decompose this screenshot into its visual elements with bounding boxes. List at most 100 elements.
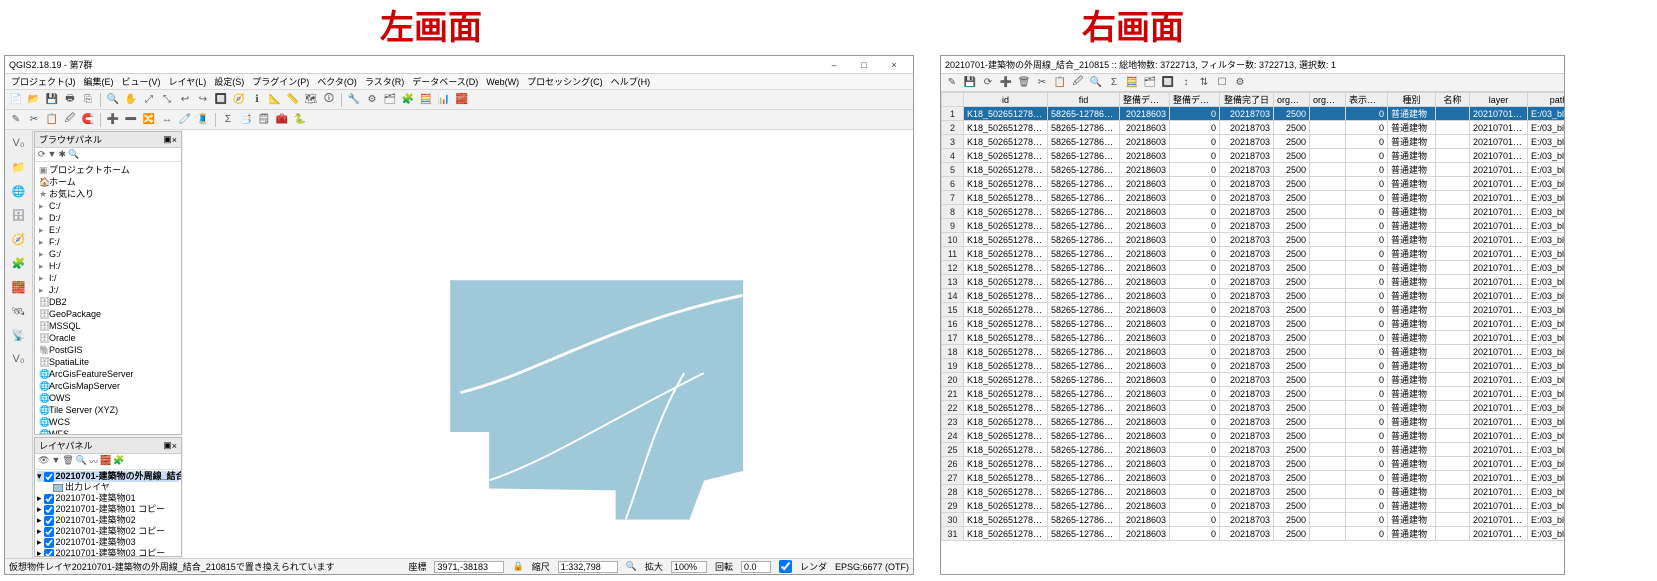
table-cell[interactable]: E:/03_blog/23_…	[1528, 191, 1565, 205]
table-cell[interactable]: 普通建物	[1388, 499, 1436, 513]
layer-item[interactable]: ▸20210701-建築物02	[37, 515, 179, 526]
table-cell[interactable]: E:/03_blog/23_…	[1528, 107, 1565, 121]
attr-toolbar-button[interactable]: ✂	[1034, 75, 1050, 91]
menu-item[interactable]: ラスタ(R)	[363, 75, 406, 88]
table-row[interactable]: 30K18_5026512788…58265-12786-g…202186030…	[942, 513, 1565, 527]
table-cell[interactable]: 20218703	[1220, 303, 1274, 317]
tree-expand-icon[interactable]: 🗄	[39, 332, 49, 344]
browser-tree-item[interactable]: 🌐WCS	[39, 416, 179, 428]
table-cell[interactable]: 20210701-建築…	[1470, 163, 1528, 177]
browser-tree-item[interactable]: 🗄MSSQL	[39, 320, 179, 332]
table-cell[interactable]: 0	[1346, 303, 1388, 317]
table-cell[interactable]: 普通建物	[1388, 163, 1436, 177]
toolbar-button[interactable]: 🔍	[105, 92, 121, 108]
table-cell[interactable]: K18_5026512788_4	[964, 149, 1048, 163]
attr-toolbar-button[interactable]: 🧮	[1124, 75, 1140, 91]
close-button[interactable]: ×	[879, 60, 909, 70]
table-cell[interactable]	[1436, 415, 1470, 429]
table-cell[interactable]: 20210701-建築…	[1470, 443, 1528, 457]
table-cell[interactable]: E:/03_blog/23_…	[1528, 303, 1565, 317]
table-cell[interactable]: K18_5026512788…	[964, 233, 1048, 247]
table-cell[interactable]	[1436, 107, 1470, 121]
table-cell[interactable]	[1436, 373, 1470, 387]
table-cell[interactable]: 0	[1346, 289, 1388, 303]
table-cell[interactable]: K18_5026512788_5	[964, 163, 1048, 177]
toolbar-button[interactable]: ⎘	[80, 92, 96, 108]
table-cell[interactable]: 20210701-建築…	[1470, 303, 1528, 317]
row-number-cell[interactable]: 12	[942, 261, 964, 275]
table-cell[interactable]: 2500	[1274, 261, 1310, 275]
table-cell[interactable]: 0	[1170, 121, 1220, 135]
table-cell[interactable]: 20210701-建築…	[1470, 415, 1528, 429]
table-cell[interactable]: E:/03_blog/23_…	[1528, 219, 1565, 233]
table-cell[interactable]: E:/03_blog/23_…	[1528, 443, 1565, 457]
table-cell[interactable]: 20218603	[1120, 163, 1170, 177]
tree-expand-icon[interactable]: ▸	[39, 212, 49, 224]
table-cell[interactable]: 普通建物	[1388, 149, 1436, 163]
table-cell[interactable]: E:/03_blog/23_…	[1528, 233, 1565, 247]
toolbar-button[interactable]: ℹ	[249, 92, 265, 108]
table-cell[interactable]: 0	[1170, 485, 1220, 499]
table-cell[interactable]	[1310, 373, 1346, 387]
rot-input[interactable]	[741, 561, 771, 573]
menu-item[interactable]: 設定(S)	[212, 75, 246, 88]
table-cell[interactable]: 20218603	[1120, 191, 1170, 205]
column-header[interactable]: fid	[1048, 93, 1120, 107]
table-cell[interactable]	[1436, 331, 1470, 345]
table-cell[interactable]: 58265-12786-g…	[1048, 149, 1120, 163]
table-cell[interactable]: 20218703	[1220, 177, 1274, 191]
browser-tree-item[interactable]: ▸C:/	[39, 200, 179, 212]
table-cell[interactable]: E:/03_blog/23_…	[1528, 261, 1565, 275]
row-number-cell[interactable]: 1	[942, 107, 964, 121]
table-cell[interactable]: 0	[1170, 443, 1220, 457]
table-cell[interactable]	[1310, 121, 1346, 135]
table-row[interactable]: 10K18_5026512788…58265-12786-g…202186030…	[942, 233, 1565, 247]
table-cell[interactable]: E:/03_blog/23_…	[1528, 345, 1565, 359]
tree-expand-icon[interactable]: ▸	[37, 515, 42, 526]
attr-toolbar-button[interactable]: 🔍	[1088, 75, 1104, 91]
table-cell[interactable]: 0	[1170, 289, 1220, 303]
layer-visibility-checkbox[interactable]	[44, 494, 54, 504]
table-row[interactable]: 20K18_5026512788…58265-12786-g…202186030…	[942, 373, 1565, 387]
table-cell[interactable]: 58265-12786-g…	[1048, 513, 1120, 527]
attr-toolbar-button[interactable]: ⟳	[980, 75, 996, 91]
table-row[interactable]: 18K18_5026512788…58265-12786-g…202186030…	[942, 345, 1565, 359]
table-cell[interactable]	[1310, 149, 1346, 163]
table-cell[interactable]: 58265-12786-g…	[1048, 415, 1120, 429]
tree-expand-icon[interactable]: ▸	[37, 493, 42, 504]
tree-expand-icon[interactable]: ▸	[39, 248, 49, 260]
table-cell[interactable]: 20218703	[1220, 387, 1274, 401]
table-cell[interactable]: 0	[1346, 219, 1388, 233]
browser-tree-item[interactable]: ▸E:/	[39, 224, 179, 236]
row-number-cell[interactable]: 13	[942, 275, 964, 289]
table-cell[interactable]: 58265-12786-g…	[1048, 373, 1120, 387]
toolbar-button[interactable]: 🖉	[62, 112, 78, 128]
table-cell[interactable]: 0	[1346, 485, 1388, 499]
tree-expand-icon[interactable]: 🗄	[39, 320, 49, 332]
table-cell[interactable]: 0	[1170, 177, 1220, 191]
browser-tree-item[interactable]: 🐘PostGIS	[39, 344, 179, 356]
table-cell[interactable]: 20218603	[1120, 415, 1170, 429]
table-cell[interactable]: 2500	[1274, 513, 1310, 527]
table-cell[interactable]: 0	[1170, 191, 1220, 205]
table-cell[interactable]: 20218703	[1220, 163, 1274, 177]
table-cell[interactable]: 20218703	[1220, 485, 1274, 499]
toolbar-button[interactable]: 📏	[285, 92, 301, 108]
table-cell[interactable]: 2500	[1274, 443, 1310, 457]
table-cell[interactable]: 20218703	[1220, 457, 1274, 471]
table-cell[interactable]	[1310, 233, 1346, 247]
table-cell[interactable]	[1310, 499, 1346, 513]
table-cell[interactable]	[1436, 177, 1470, 191]
table-cell[interactable]: 普通建物	[1388, 527, 1436, 541]
table-row[interactable]: 22K18_5026512788…58265-12786-g…202186030…	[942, 401, 1565, 415]
toolbar-button[interactable]: 🧲	[80, 112, 96, 128]
table-row[interactable]: 6K18_5026512788_658265-12786-g…202186030…	[942, 177, 1565, 191]
table-cell[interactable]: 20210701-建築…	[1470, 401, 1528, 415]
table-cell[interactable]: 普通建物	[1388, 373, 1436, 387]
table-cell[interactable]: 普通建物	[1388, 429, 1436, 443]
column-header[interactable]: layer	[1470, 93, 1528, 107]
table-cell[interactable]: 20210701-建築…	[1470, 331, 1528, 345]
table-cell[interactable]: K18_5026512788…	[964, 331, 1048, 345]
table-cell[interactable]: 20218603	[1120, 233, 1170, 247]
table-cell[interactable]	[1436, 485, 1470, 499]
